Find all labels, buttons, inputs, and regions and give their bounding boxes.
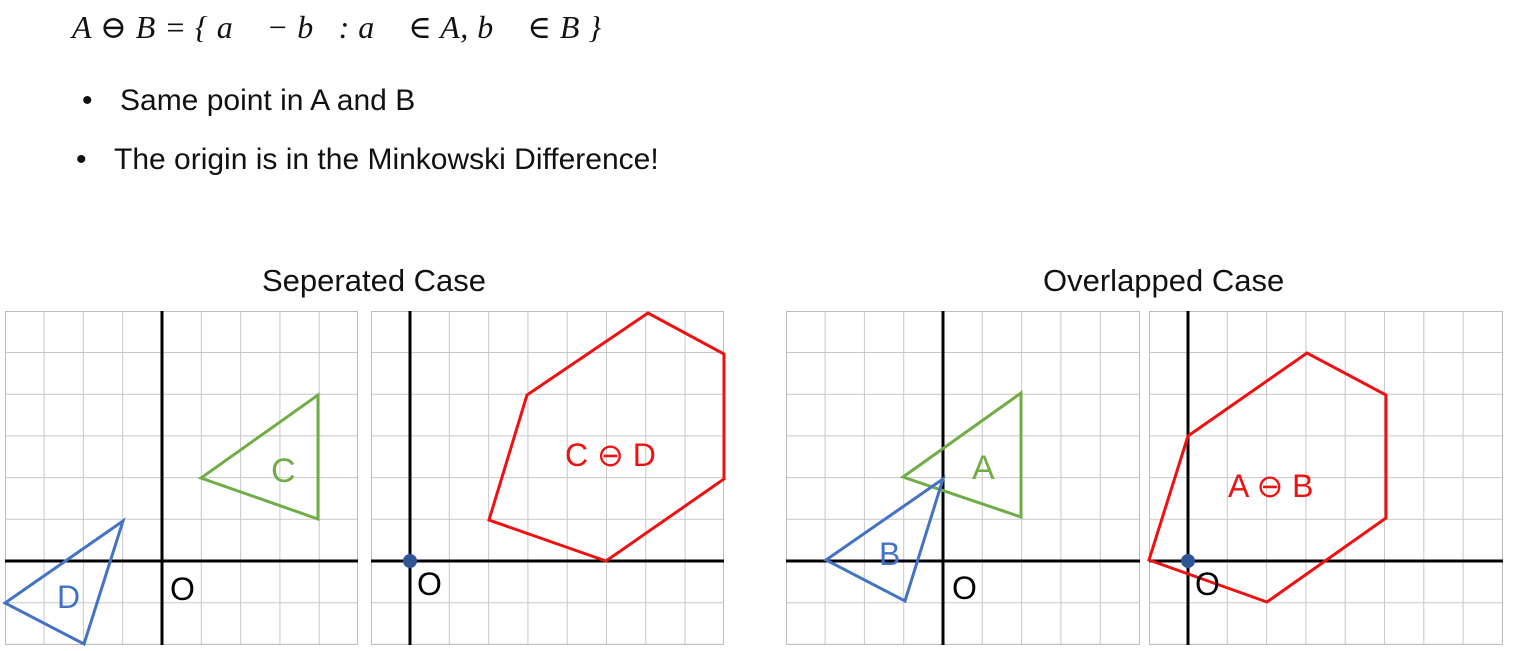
panel-overlapped-difference: A ⊖ B O — [1147, 311, 1503, 645]
shape-c-label: C — [271, 452, 296, 490]
origin-label: O — [170, 571, 195, 607]
bullet-marker: • — [76, 143, 87, 176]
origin-label: O — [1195, 566, 1220, 602]
overlapped-case-title: Overlapped Case — [1043, 263, 1285, 298]
panel-separated-shapes: C D O — [2, 311, 358, 647]
separated-case-title: Seperated Case — [262, 263, 487, 298]
bullet-item-1: • Same point in A and B — [82, 84, 416, 118]
bullet-marker: • — [82, 84, 93, 117]
origin-dot — [1181, 554, 1195, 568]
origin-dot — [403, 554, 417, 568]
shape-b-label: B — [879, 536, 900, 572]
origin-label: O — [417, 566, 442, 602]
shape-c-triangle — [197, 392, 320, 522]
panel-overlapped-shapes: A B O — [786, 311, 1140, 645]
bullet-item-2: • The origin is in the Minkowski Differe… — [76, 143, 659, 177]
panel-separated-difference: C ⊖ D O — [371, 311, 726, 645]
bullet-text: The origin is in the Minkowski Differenc… — [114, 143, 659, 176]
shape-a-label: A — [972, 449, 995, 487]
a-minus-b-label: A ⊖ B — [1228, 468, 1314, 504]
origin-label: O — [952, 570, 977, 606]
bullet-text: Same point in A and B — [120, 84, 416, 117]
c-minus-d-label: C ⊖ D — [565, 437, 656, 473]
minkowski-formula: A ⊖ B = { a⃗ − b⃗: a⃗ ∈ A, b⃗ ∈ B } — [72, 9, 602, 45]
shape-a-triangle — [899, 390, 1023, 520]
shape-d-label: D — [57, 579, 80, 615]
